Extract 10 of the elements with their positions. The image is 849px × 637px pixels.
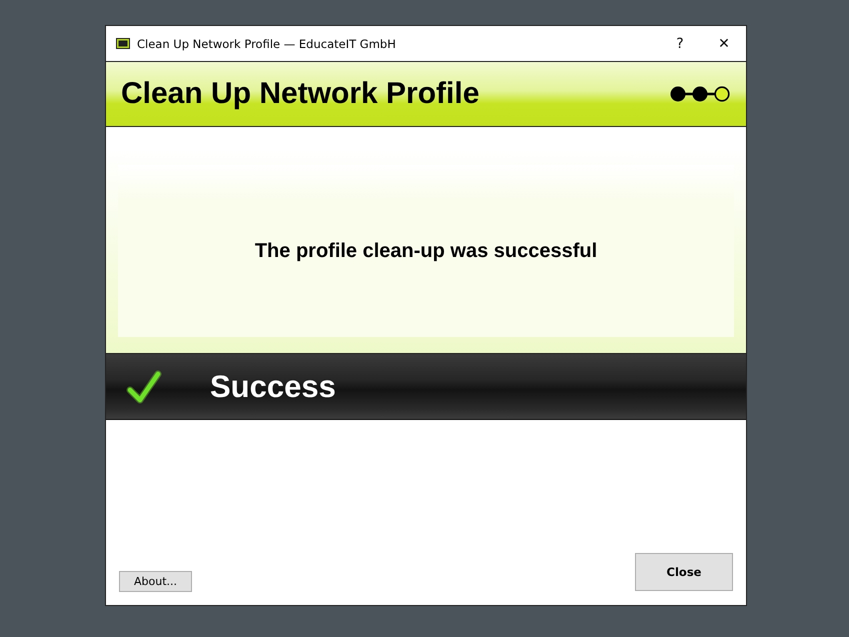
close-button[interactable]: ✕	[702, 28, 746, 58]
help-button[interactable]: ?	[658, 28, 702, 58]
window-title: Clean Up Network Profile — EducateIT GmbH	[137, 36, 397, 50]
about-button[interactable]: About...	[119, 571, 192, 592]
step-progress-icon	[670, 85, 730, 103]
status-label: Success	[210, 368, 336, 404]
header-title: Clean Up Network Profile	[121, 77, 480, 111]
result-message: The profile clean-up was successful	[254, 240, 598, 262]
close-dialog-button[interactable]: Close	[635, 553, 733, 591]
app-icon	[116, 38, 130, 49]
